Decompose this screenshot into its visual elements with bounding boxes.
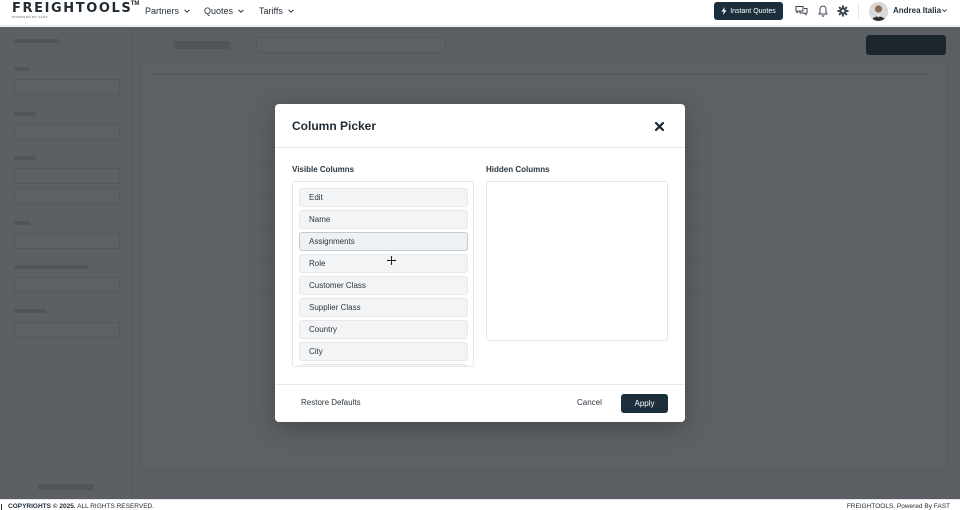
footer-divider — [275, 384, 685, 385]
top-nav: FREIGHTOOLS TM POWERED BY FAST Partners … — [0, 0, 960, 26]
nav-partners-label: Partners — [145, 6, 180, 16]
hidden-columns-list[interactable] — [486, 181, 668, 341]
close-icon[interactable] — [653, 120, 665, 132]
bell-icon[interactable] — [816, 4, 829, 17]
move-cursor-icon — [386, 255, 397, 266]
column-item-assignments[interactable]: Assignments — [299, 232, 468, 251]
chevron-down-icon[interactable] — [941, 7, 948, 14]
footer-mark — [1, 504, 2, 510]
column-picker-modal: Column Picker Visible Columns Hidden Col… — [275, 104, 685, 422]
instant-quotes-label: Instant Quotes — [730, 7, 776, 15]
hidden-columns-label: Hidden Columns — [486, 165, 550, 174]
nav-tariffs[interactable]: Tariffs — [259, 6, 295, 16]
nav-divider — [858, 4, 859, 18]
column-item-country[interactable]: Country — [299, 320, 468, 339]
visible-columns-list[interactable]: Edit Name Assignments Role Customer Clas… — [292, 181, 474, 367]
copyright-text: COPYRIGHTS © 2025. ALL RIGHTS RESERVED. — [8, 503, 154, 510]
nav-partners[interactable]: Partners — [145, 6, 191, 16]
column-item-partial[interactable] — [299, 364, 468, 366]
column-item-supplier-class[interactable]: Supplier Class — [299, 298, 468, 317]
restore-defaults-button[interactable]: Restore Defaults — [301, 398, 361, 407]
copyright-bold: COPYRIGHTS © 2025. — [8, 503, 76, 510]
nav-tariffs-label: Tariffs — [259, 6, 283, 16]
chat-icon[interactable] — [795, 4, 808, 17]
lightning-icon — [721, 7, 727, 15]
modal-title: Column Picker — [292, 119, 377, 133]
chevron-down-icon — [238, 9, 244, 13]
chevron-down-icon — [288, 9, 294, 13]
visible-columns-label: Visible Columns — [292, 165, 355, 174]
logo-trademark: TM — [130, 1, 140, 7]
logo-text: FREIGHTOOLS — [12, 1, 133, 16]
footer: COPYRIGHTS © 2025. ALL RIGHTS RESERVED. … — [0, 499, 960, 510]
nav-quotes[interactable]: Quotes — [204, 6, 245, 16]
freightools-logo[interactable]: FREIGHTOOLS TM POWERED BY FAST — [12, 1, 139, 19]
gear-icon[interactable] — [836, 4, 849, 17]
cancel-button[interactable]: Cancel — [577, 398, 602, 407]
header-divider — [275, 147, 685, 148]
column-item-edit[interactable]: Edit — [299, 188, 468, 207]
avatar[interactable] — [869, 2, 888, 21]
powered-by-text: FREIGHTOOLS. Powered By FAST — [846, 503, 950, 510]
chevron-down-icon — [184, 9, 190, 13]
column-item-role[interactable]: Role — [299, 254, 468, 273]
column-item-customer-class[interactable]: Customer Class — [299, 276, 468, 295]
column-item-name[interactable]: Name — [299, 210, 468, 229]
nav-quotes-label: Quotes — [204, 6, 234, 16]
apply-button[interactable]: Apply — [621, 394, 668, 413]
copyright-rest: ALL RIGHTS RESERVED. — [75, 503, 155, 510]
user-name[interactable]: Andrea Italia — [893, 6, 941, 15]
column-item-city[interactable]: City — [299, 342, 468, 361]
instant-quotes-button[interactable]: Instant Quotes — [714, 2, 783, 20]
